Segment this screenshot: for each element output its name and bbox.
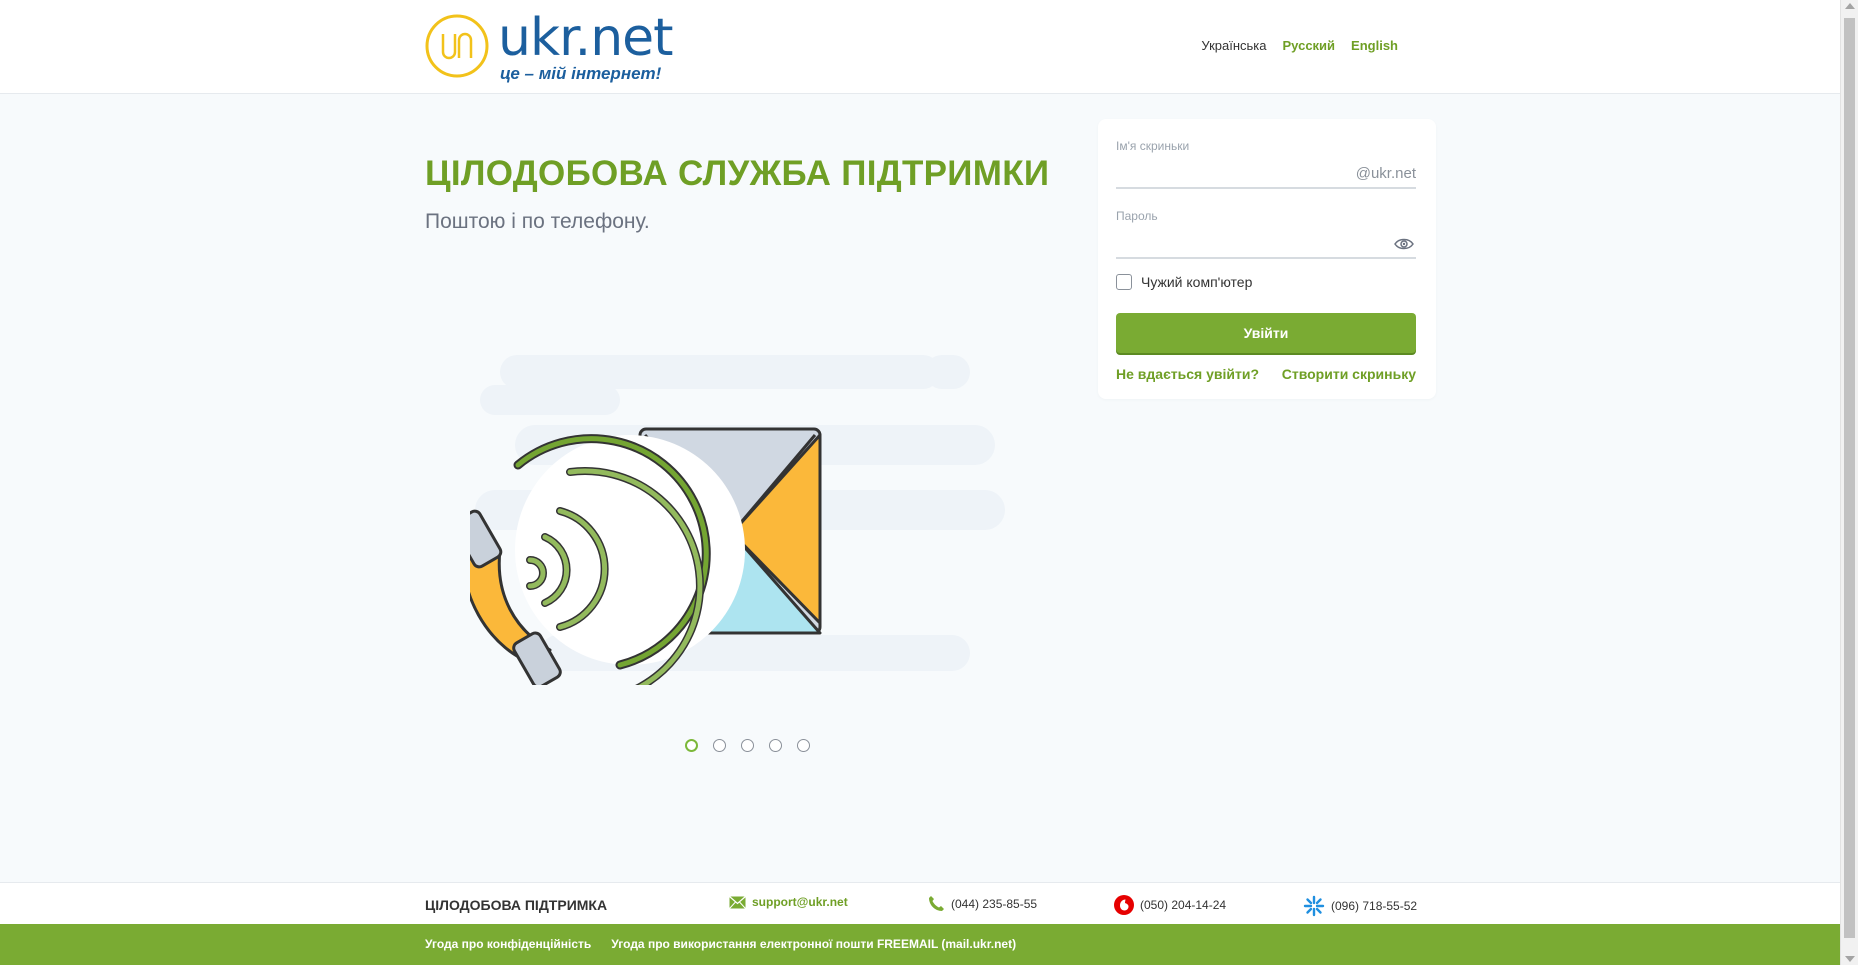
phone-icon: [929, 896, 944, 911]
privacy-link[interactable]: Угода про конфіденційність: [425, 937, 591, 951]
cant-login-link[interactable]: Не вдається увійти?: [1116, 366, 1259, 382]
vodafone-icon: [1114, 895, 1134, 915]
support-email[interactable]: support@ukr.net: [729, 895, 848, 909]
footer-links: Угода про конфіденційність Угода про вик…: [425, 937, 1016, 951]
lang-russian[interactable]: Русский: [1283, 38, 1336, 53]
slider-dot-5[interactable]: [797, 739, 810, 752]
support-phone-vodafone[interactable]: (050) 204-14-24: [1114, 895, 1226, 915]
mailbox-label: Ім'я скриньки: [1116, 139, 1190, 153]
support-illustration: [470, 355, 1005, 685]
promo-title: ЦІЛОДОБОВА СЛУЖБА ПІДТРИМКИ: [425, 154, 1050, 193]
eye-icon[interactable]: [1394, 237, 1414, 251]
support-phone-kyivstar-text[interactable]: (096) 718-55-52: [1331, 899, 1417, 913]
support-email-text[interactable]: support@ukr.net: [752, 895, 848, 909]
header: ukr.net це – мій інтернет! Українська Ру…: [0, 0, 1840, 94]
create-mailbox-link[interactable]: Створити скриньку: [1282, 366, 1416, 382]
footer: Угода про конфіденційність Угода про вик…: [0, 924, 1840, 965]
lang-ukrainian[interactable]: Українська: [1201, 38, 1266, 53]
logo-text[interactable]: ukr.net: [498, 8, 674, 68]
support-title: ЦІЛОДОБОВА ПІДТРИМКА: [425, 897, 608, 913]
lang-english[interactable]: English: [1351, 38, 1398, 53]
scroll-up-arrow-icon[interactable]: [1845, 3, 1855, 9]
envelope-icon: [729, 895, 746, 909]
support-phone-landline-text[interactable]: (044) 235-85-55: [951, 897, 1037, 911]
password-label: Пароль: [1116, 209, 1158, 223]
logo-slogan: це – мій інтернет!: [500, 64, 662, 83]
foreign-computer-label: Чужий комп'ютер: [1141, 274, 1253, 290]
slider-dots: [685, 739, 810, 752]
scroll-thumb[interactable]: [1844, 18, 1855, 938]
slider-dot-2[interactable]: [713, 739, 726, 752]
password-field: [1116, 229, 1416, 259]
support-bar: ЦІЛОДОБОВА ПІДТРИМКА support@ukr.net (04…: [0, 882, 1840, 924]
password-input[interactable]: [1116, 229, 1356, 257]
scroll-down-arrow-icon[interactable]: [1845, 956, 1855, 962]
login-form: Ім'я скриньки @ukr.net Пароль Чужий комп…: [1098, 119, 1436, 399]
login-button[interactable]: Увійти: [1116, 313, 1416, 353]
support-phone-landline[interactable]: (044) 235-85-55: [928, 895, 1037, 912]
terms-link[interactable]: Угода про використання електронної пошти…: [611, 937, 1016, 951]
slider-dot-3[interactable]: [741, 739, 754, 752]
slider-dot-4[interactable]: [769, 739, 782, 752]
slider-dot-1[interactable]: [685, 739, 698, 752]
scrollbar[interactable]: [1840, 0, 1858, 965]
promo-subtitle: Поштою і по телефону.: [425, 210, 650, 233]
support-phone-vodafone-text[interactable]: (050) 204-14-24: [1140, 898, 1226, 912]
foreign-computer-checkbox[interactable]: [1116, 274, 1132, 290]
login-links: Не вдається увійти? Створити скриньку: [1116, 366, 1416, 382]
kyivstar-icon: [1303, 895, 1325, 917]
language-switcher: Українська Русский English: [1201, 38, 1398, 53]
support-phone-kyivstar[interactable]: (096) 718-55-52: [1303, 895, 1417, 917]
mailbox-domain-suffix: @ukr.net: [1355, 165, 1416, 182]
mailbox-input[interactable]: [1116, 159, 1356, 187]
foreign-computer-toggle[interactable]: Чужий комп'ютер: [1116, 274, 1252, 290]
mailbox-field: @ukr.net: [1116, 159, 1416, 189]
